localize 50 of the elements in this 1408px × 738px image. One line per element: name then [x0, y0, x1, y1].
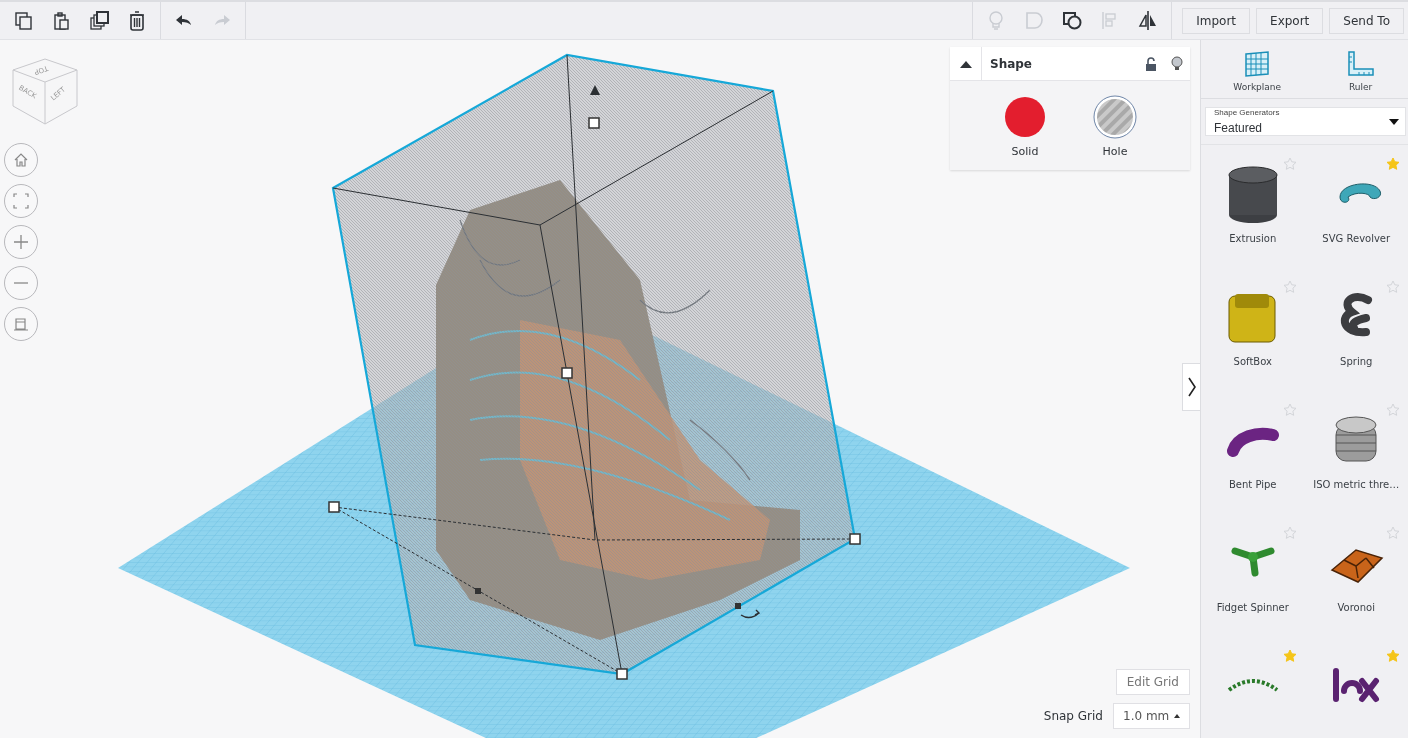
shape-tile[interactable]: ISO metric thre…: [1304, 397, 1408, 520]
fit-icon: [10, 190, 32, 212]
caret-icon: [1389, 118, 1399, 125]
resize-handle[interactable]: [588, 117, 600, 129]
shape-tile[interactable]: Extrusion: [1201, 151, 1305, 274]
shape-tile[interactable]: Voronoi: [1304, 520, 1408, 643]
chevron-right-icon: [1187, 377, 1196, 397]
height-arrow-icon[interactable]: [590, 85, 600, 95]
toolbar-button[interactable]: Import: [1182, 7, 1251, 34]
shape-tile[interactable]: SVG Revolver: [1304, 151, 1408, 274]
square-circle-icon: [1062, 10, 1083, 31]
shape-tile[interactable]: SoftBox: [1201, 274, 1305, 397]
minus-icon: [14, 282, 28, 284]
solid-swatch-icon: [1003, 95, 1047, 139]
resize-handle[interactable]: [616, 668, 628, 680]
inspector-title: Shape: [989, 56, 1033, 71]
midpoint-handle[interactable]: [475, 588, 481, 594]
snap-grid-label: Snap Grid: [1043, 709, 1103, 723]
panel-toggle-button[interactable]: [1182, 363, 1200, 411]
toolbar-button[interactable]: Export: [1256, 7, 1324, 34]
copy-icon: [13, 10, 33, 31]
ruler-icon: [1345, 50, 1376, 78]
resize-handle[interactable]: [849, 533, 861, 545]
trash-icon: [127, 10, 147, 31]
snap-grid-dropdown[interactable]: 1.0 mm: [1113, 703, 1190, 729]
shape-tile[interactable]: Spring: [1304, 274, 1408, 397]
caret-icon: [1174, 714, 1180, 718]
solid-option[interactable]: Solid: [1003, 95, 1047, 158]
midpoint-handle[interactable]: [735, 603, 741, 609]
unlocked-icon: [1145, 56, 1157, 71]
lightbulb-icon: [1171, 55, 1183, 72]
rotate-arrow-icon[interactable]: [740, 609, 760, 619]
workplane-button[interactable]: Workplane: [1227, 50, 1288, 92]
edit-grid-button[interactable]: Edit Grid: [1115, 669, 1190, 695]
shape-tile[interactable]: Fidget Spinner: [1201, 520, 1305, 643]
resize-handle[interactable]: [328, 501, 340, 513]
shape-tile[interactable]: Bent Pipe: [1201, 397, 1305, 520]
caret-icon: [959, 59, 972, 68]
clipboard-icon: [51, 10, 71, 31]
mirror-icon: [1138, 10, 1159, 31]
shape-library-dropdown[interactable]: Shape Generators Featured: [1205, 107, 1406, 136]
toolbar-button[interactable]: Send To: [1329, 7, 1404, 34]
resize-handle[interactable]: [561, 367, 573, 379]
arc-shape-icon: [1226, 676, 1279, 694]
spinner-shape-icon: [1229, 545, 1276, 579]
hole-swatch-icon: [1093, 95, 1137, 139]
stacked-squares-icon: [89, 10, 109, 31]
ruler-button[interactable]: Ruler: [1339, 50, 1382, 92]
hole-option[interactable]: Hole: [1093, 95, 1137, 158]
letters-shape-icon: [1331, 666, 1382, 704]
